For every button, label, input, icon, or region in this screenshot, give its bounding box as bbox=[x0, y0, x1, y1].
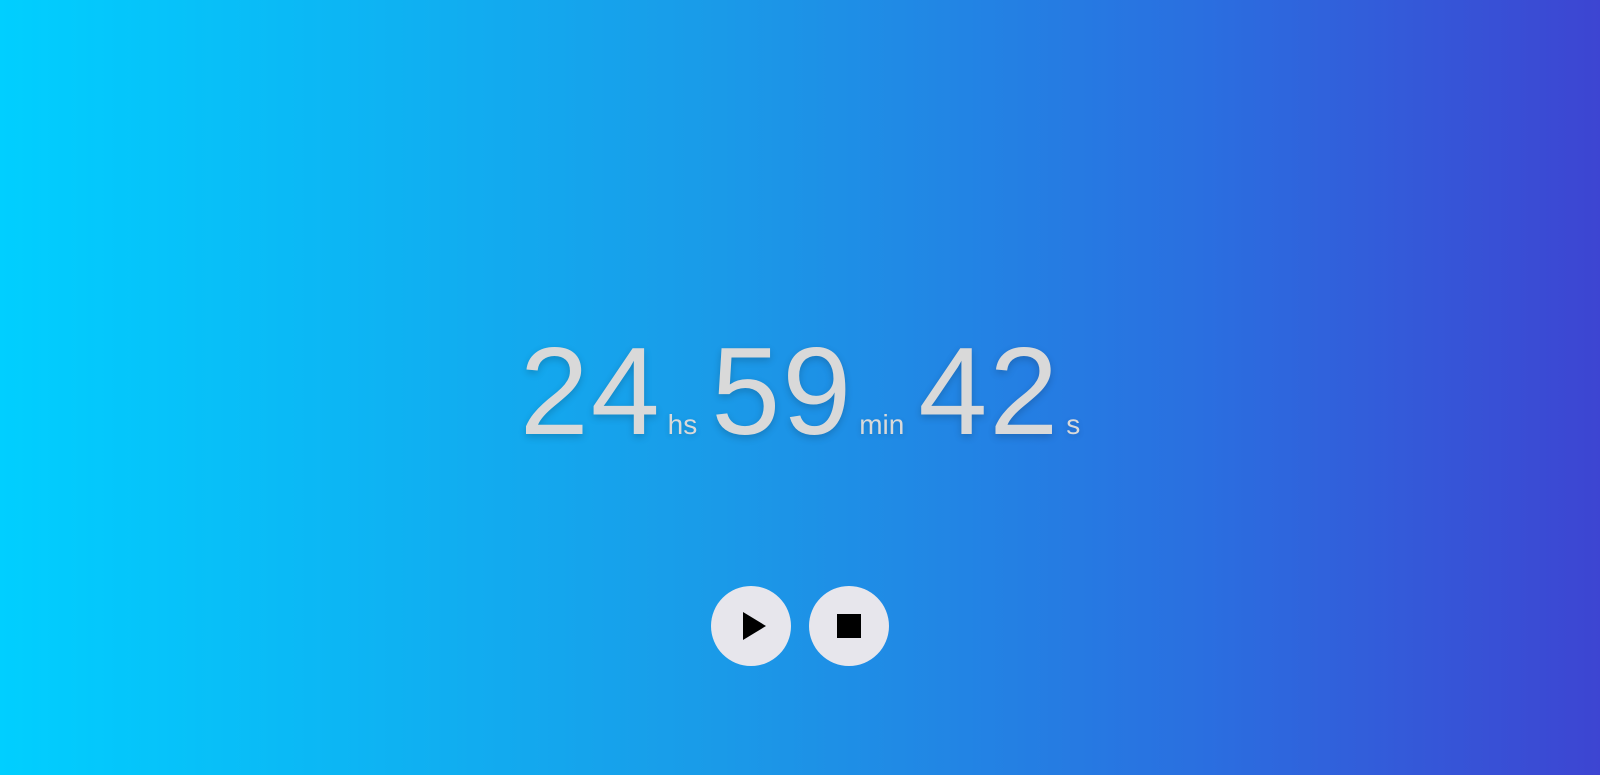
hours-value: 24 bbox=[519, 323, 662, 461]
minutes-unit: min bbox=[859, 409, 905, 440]
seconds-value: 42 bbox=[918, 323, 1061, 461]
stop-icon bbox=[837, 614, 861, 638]
play-button[interactable] bbox=[711, 586, 791, 666]
play-icon bbox=[742, 612, 766, 640]
seconds-unit: s bbox=[1066, 409, 1081, 440]
hours-unit: hs bbox=[667, 409, 698, 440]
stop-button[interactable] bbox=[809, 586, 889, 666]
timer-display: 24 hs 59 min 42 s bbox=[0, 330, 1600, 454]
minutes-value: 59 bbox=[711, 323, 854, 461]
timer-controls bbox=[0, 586, 1600, 666]
